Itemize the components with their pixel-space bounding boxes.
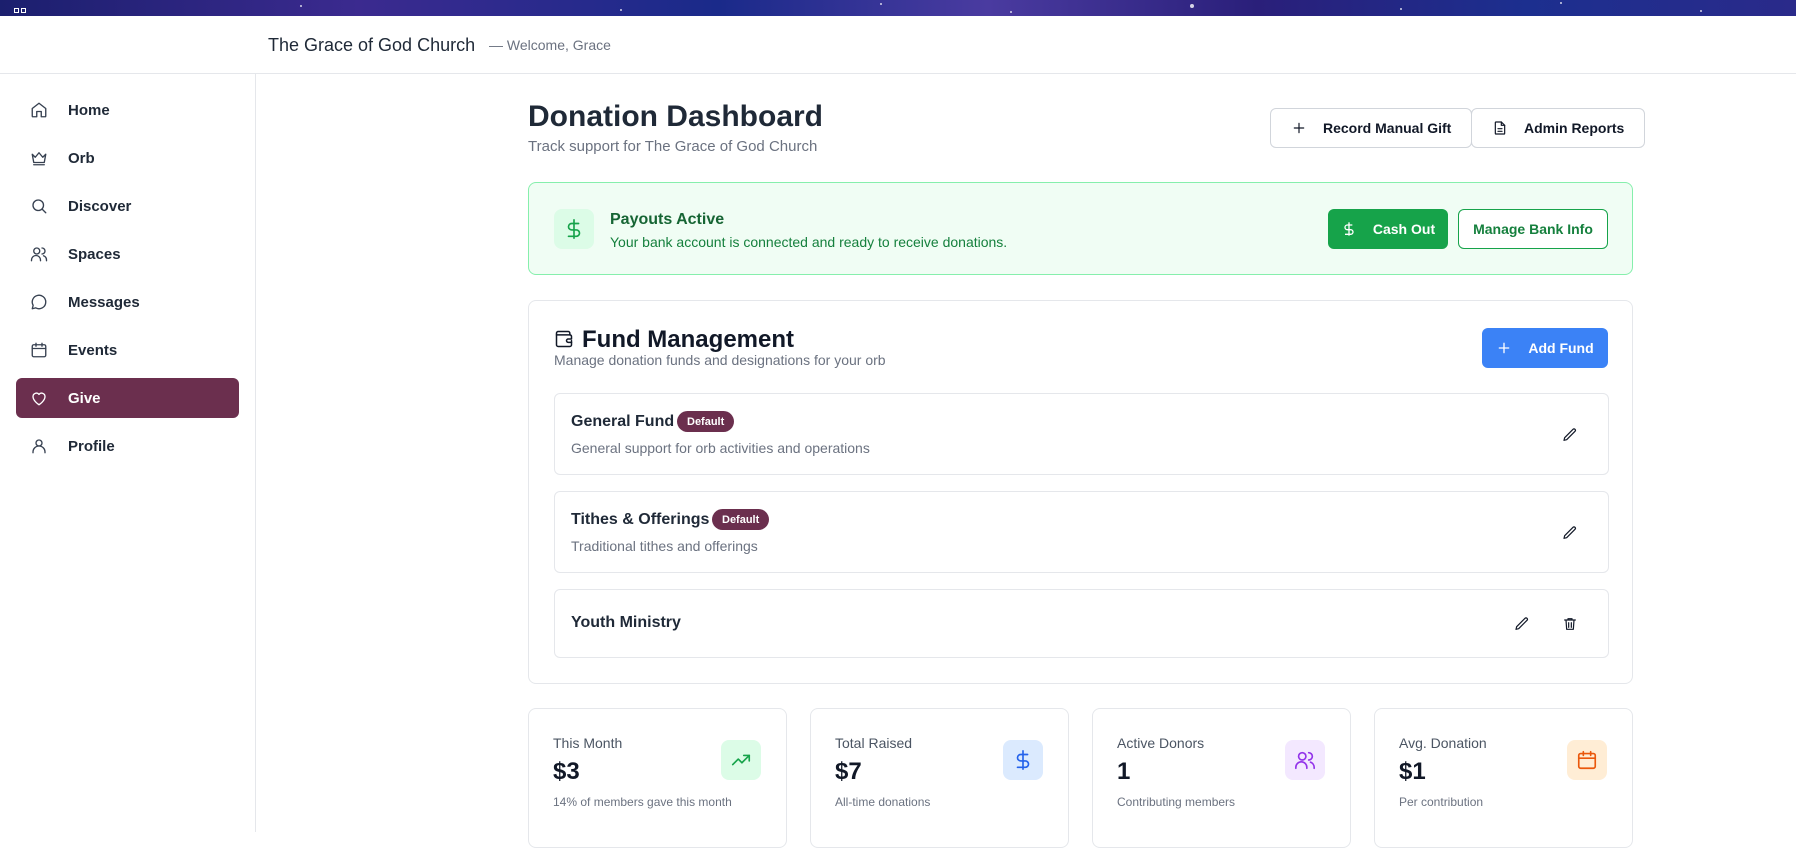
calendar-icon — [31, 342, 47, 358]
sidebar-item-messages[interactable]: Messages — [16, 282, 239, 322]
stat-value: $3 — [553, 758, 580, 785]
users-icon — [1285, 740, 1325, 780]
stat-label: This Month — [553, 735, 623, 751]
search-icon — [32, 199, 47, 214]
wallet-icon — [554, 329, 574, 349]
payouts-banner: Payouts Active Your bank account is conn… — [528, 182, 1633, 275]
default-badge: Default — [677, 411, 735, 432]
fund-row-tithes: Tithes & Offerings Default Traditional t… — [554, 491, 1609, 573]
user-icon — [32, 439, 46, 454]
dollar-icon — [567, 219, 581, 239]
heart-icon — [32, 392, 46, 406]
payouts-title: Payouts Active — [610, 211, 725, 228]
dollar-icon — [1344, 222, 1354, 236]
page-subtitle: Track support for The Grace of God Churc… — [528, 138, 818, 155]
document-icon — [1494, 121, 1506, 135]
edit-fund-button[interactable] — [1556, 519, 1584, 547]
sidebar-item-label: Orb — [68, 149, 95, 167]
stat-value: $7 — [835, 758, 862, 785]
sidebar-item-give[interactable]: Give — [16, 378, 239, 418]
sidebar-item-orb[interactable]: Orb — [16, 138, 239, 178]
stat-card-this-month: This Month $3 14% of members gave this m… — [528, 708, 787, 848]
pencil-icon — [1563, 526, 1576, 539]
sidebar-item-label: Events — [68, 341, 118, 359]
stat-note: All-time donations — [835, 795, 931, 809]
message-icon — [31, 294, 47, 310]
fund-management-title: Fund Management — [582, 326, 795, 353]
app-header: The Grace of God Church — Welcome, Grace — [0, 16, 1796, 74]
stat-note: 14% of members gave this month — [553, 795, 732, 809]
sidebar-item-label: Home — [68, 101, 110, 119]
sidebar-item-events[interactable]: Events — [16, 330, 239, 370]
sidebar-item-label: Profile — [68, 437, 115, 455]
add-fund-label: Add Fund — [1528, 340, 1594, 356]
pencil-icon — [1515, 617, 1528, 630]
sidebar: Home Orb Discover Spaces Messages Events… — [0, 74, 256, 832]
calendar-icon — [1567, 740, 1607, 780]
admin-reports-button[interactable]: Admin Reports — [1471, 108, 1646, 148]
manage-bank-info-button[interactable]: Manage Bank Info — [1458, 209, 1608, 249]
default-badge: Default — [712, 509, 770, 530]
trending-up-icon — [721, 740, 761, 780]
stat-card-total-raised: Total Raised $7 All-time donations — [810, 708, 1069, 848]
fund-row-youth: Youth Ministry — [554, 589, 1609, 658]
payouts-icon-box — [554, 209, 594, 249]
fund-management-card: Fund Management Manage donation funds an… — [528, 300, 1633, 684]
edit-fund-button[interactable] — [1508, 610, 1536, 638]
dollar-icon — [1003, 740, 1043, 780]
stat-note: Contributing members — [1117, 795, 1236, 809]
payouts-description: Your bank account is connected and ready… — [610, 234, 1008, 250]
stat-card-active-donors: Active Donors 1 Contributing members — [1092, 708, 1351, 848]
cash-out-label: Cash Out — [1372, 221, 1436, 237]
sidebar-item-spaces[interactable]: Spaces — [16, 234, 239, 274]
stat-value: 1 — [1117, 758, 1131, 785]
fund-name: General Fund — [571, 413, 675, 430]
admin-reports-label: Admin Reports — [1524, 120, 1625, 136]
stat-label: Active Donors — [1117, 735, 1205, 751]
trash-icon — [1564, 618, 1576, 630]
sidebar-item-home[interactable]: Home — [16, 90, 239, 130]
sidebar-item-label: Give — [68, 389, 101, 407]
fund-description: Traditional tithes and offerings — [571, 538, 758, 554]
cash-out-button[interactable]: Cash Out — [1328, 209, 1448, 249]
users-icon — [30, 247, 48, 262]
fund-description: General support for orb activities and o… — [571, 440, 870, 456]
fund-management-description: Manage donation funds and designations f… — [554, 352, 886, 368]
sidebar-item-label: Messages — [68, 293, 140, 311]
stat-label: Total Raised — [835, 735, 913, 751]
top-banner — [0, 0, 1796, 16]
sidebar-item-discover[interactable]: Discover — [16, 186, 239, 226]
page-title: Donation Dashboard — [528, 100, 824, 133]
stat-card-avg-donation: Avg. Donation $1 Per contribution — [1374, 708, 1633, 848]
delete-fund-button[interactable] — [1556, 610, 1584, 638]
crown-icon — [31, 152, 47, 166]
welcome-text: — Welcome, Grace — [489, 37, 611, 53]
fund-name: Youth Ministry — [571, 614, 681, 631]
grid-icon[interactable] — [14, 0, 28, 13]
stat-label: Avg. Donation — [1399, 735, 1487, 751]
stat-note: Per contribution — [1399, 795, 1484, 809]
plus-icon — [1499, 342, 1510, 354]
sidebar-item-label: Discover — [68, 197, 132, 215]
sidebar-item-label: Spaces — [68, 245, 121, 263]
church-name[interactable]: The Grace of God Church — [268, 35, 475, 56]
home-icon — [31, 102, 47, 118]
record-manual-gift-button[interactable]: Record Manual Gift — [1270, 108, 1473, 148]
plus-icon — [1293, 122, 1305, 134]
record-manual-gift-label: Record Manual Gift — [1323, 120, 1452, 136]
edit-fund-button[interactable] — [1556, 421, 1584, 449]
fund-name: Tithes & Offerings — [571, 511, 710, 528]
pencil-icon — [1563, 428, 1576, 441]
add-fund-button[interactable]: Add Fund — [1482, 328, 1608, 368]
stat-value: $1 — [1399, 758, 1426, 785]
fund-row-general: General Fund Default General support for… — [554, 393, 1609, 475]
sidebar-item-profile[interactable]: Profile — [16, 426, 239, 466]
